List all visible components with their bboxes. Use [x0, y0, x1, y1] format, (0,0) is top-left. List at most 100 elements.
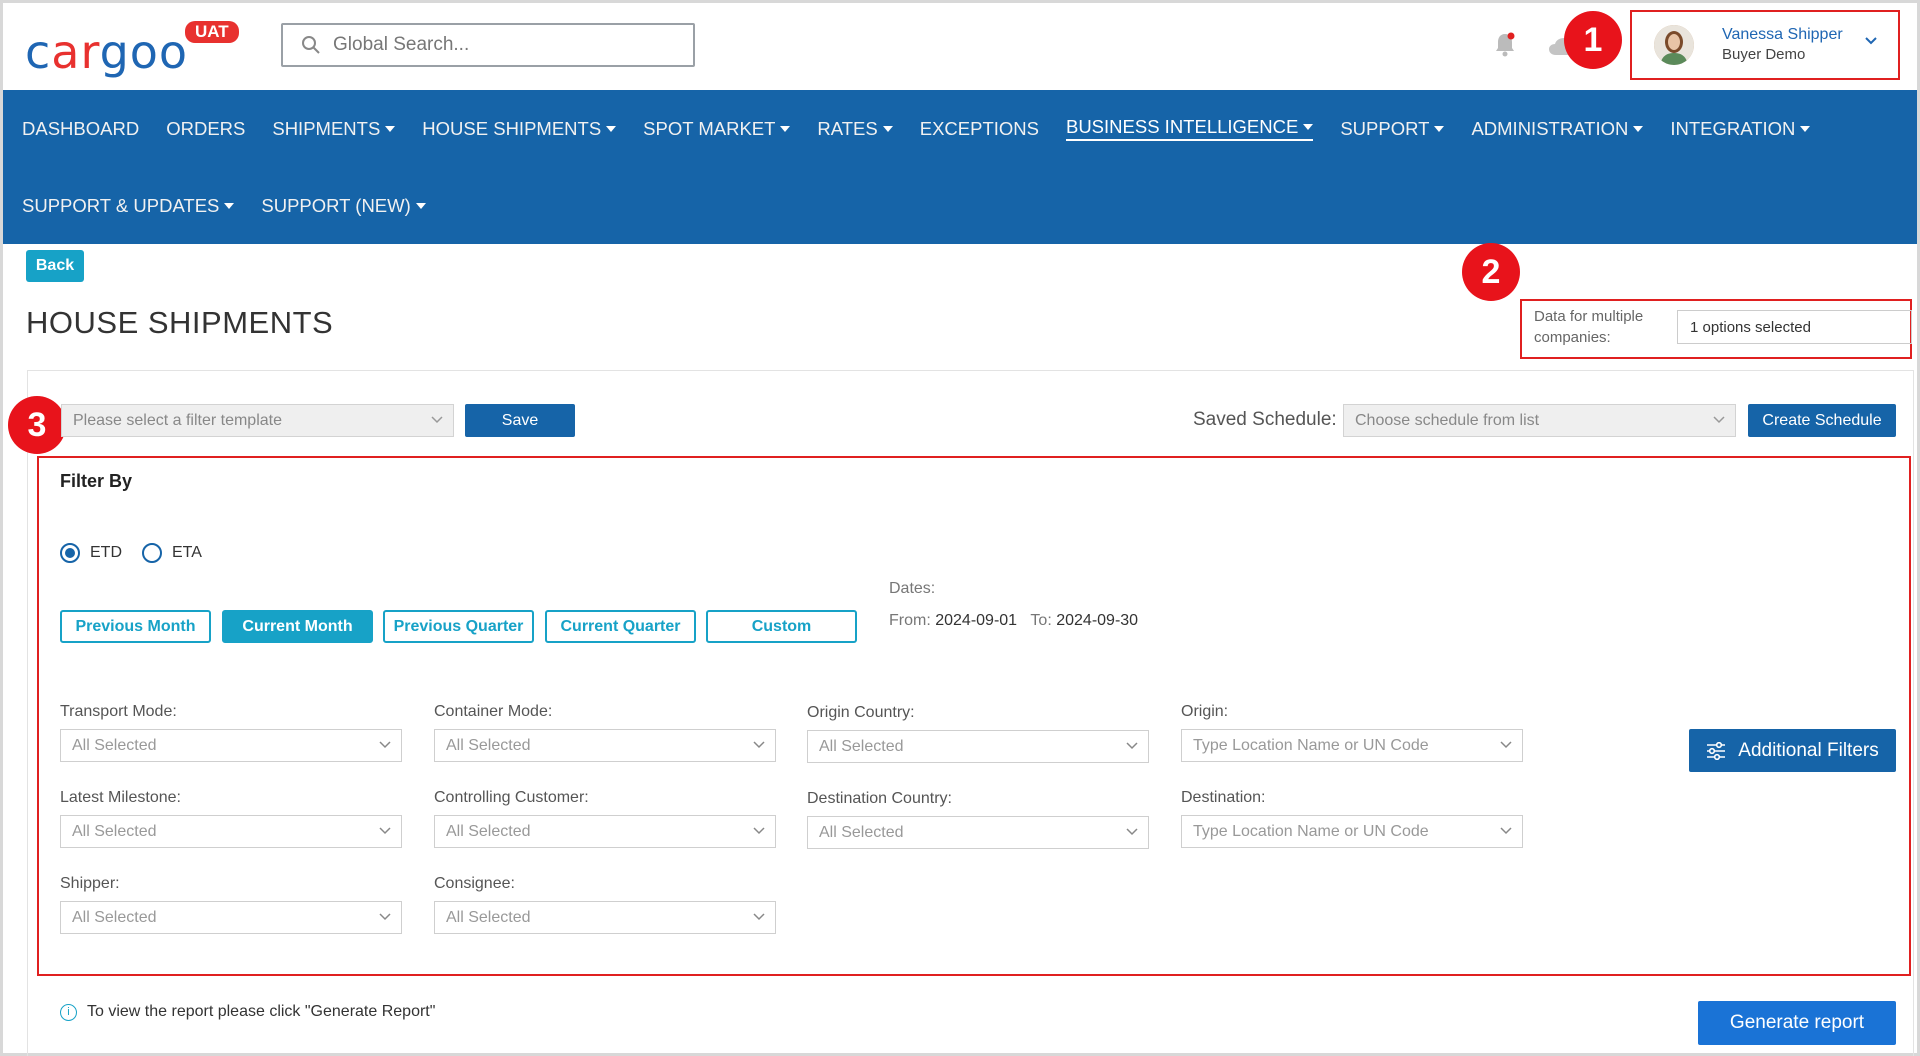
filter-by-heading: Filter By [60, 471, 133, 491]
chevron-down-icon [431, 416, 443, 424]
dates-label: Dates: [889, 580, 936, 597]
nav-rates[interactable]: RATES [817, 117, 893, 141]
schedule-select[interactable]: Choose schedule from list [1343, 404, 1736, 437]
controlling-customer-select[interactable]: All Selected [434, 815, 776, 848]
user-name: Vanessa Shipper [1722, 26, 1843, 43]
nav-house-shipments[interactable]: HOUSE SHIPMENTS [422, 117, 617, 141]
nav-exceptions[interactable]: EXCEPTIONS [920, 117, 1039, 141]
create-schedule-button[interactable]: Create Schedule [1748, 404, 1896, 437]
back-button[interactable]: Back [26, 250, 84, 282]
nav-orders[interactable]: ORDERS [166, 117, 245, 141]
consignee-select[interactable]: All Selected [434, 901, 776, 934]
saved-schedule-label: Saved Schedule: [1193, 409, 1337, 430]
chevron-down-icon [1500, 827, 1512, 835]
shipper-select[interactable]: All Selected [60, 901, 402, 934]
current-quarter-button[interactable]: Current Quarter [545, 610, 696, 643]
filter-template-select[interactable]: Please select a filter template [61, 404, 454, 437]
caret-down-icon [1633, 126, 1644, 132]
chevron-down-icon [379, 913, 391, 921]
consignee-label: Consignee: [434, 875, 515, 892]
report-hint: i To view the report please click "Gener… [60, 1003, 435, 1021]
notification-bell-icon[interactable] [1493, 31, 1517, 59]
origin-select[interactable]: Type Location Name or UN Code [1181, 729, 1523, 762]
radio-eta[interactable]: ETA [142, 543, 202, 563]
chevron-down-icon [753, 913, 765, 921]
additional-filters-button[interactable]: Additional Filters [1689, 729, 1896, 772]
chevron-down-icon [1126, 742, 1138, 750]
chevron-down-icon [379, 741, 391, 749]
caret-down-icon [1800, 126, 1811, 132]
container-mode-label: Container Mode: [434, 703, 553, 720]
origin-country-label: Origin Country: [807, 704, 915, 721]
controlling-customer-label: Controlling Customer: [434, 789, 589, 806]
nav-business-intelligence[interactable]: BUSINESS INTELLIGENCE [1065, 116, 1314, 141]
destination-select[interactable]: Type Location Name or UN Code [1181, 815, 1523, 848]
chevron-down-icon [1126, 828, 1138, 836]
from-date: 2024-09-01 [935, 612, 1018, 629]
chevron-down-icon [1500, 741, 1512, 749]
filter-by-section [37, 456, 1911, 976]
annotation-marker-3: 3 [8, 396, 66, 454]
chevron-down-icon [1713, 416, 1725, 424]
to-date: 2024-09-30 [1056, 612, 1139, 629]
transport-mode-label: Transport Mode: [60, 703, 177, 720]
nav-support-new[interactable]: SUPPORT (NEW) [261, 194, 426, 218]
chevron-down-icon [379, 827, 391, 835]
nav-shipments[interactable]: SHIPMENTS [272, 117, 396, 141]
search-placeholder: Global Search... [333, 34, 470, 55]
nav-dashboard[interactable]: DASHBOARD [22, 117, 139, 141]
destination-label: Destination: [1181, 789, 1266, 806]
annotation-marker-2: 2 [1462, 243, 1520, 301]
user-avatar [1654, 25, 1694, 65]
user-role: Buyer Demo [1722, 46, 1806, 63]
container-mode-select[interactable]: All Selected [434, 729, 776, 762]
radio-selected-icon [60, 543, 80, 563]
radio-unselected-icon [142, 543, 162, 563]
global-search-input[interactable]: Global Search... [281, 23, 695, 67]
caret-down-icon [1303, 124, 1314, 130]
chevron-down-icon [753, 827, 765, 835]
caret-down-icon [224, 203, 235, 209]
nav-spot-market[interactable]: SPOT MARKET [643, 117, 791, 141]
chevron-down-icon [753, 741, 765, 749]
shipper-label: Shipper: [60, 875, 120, 892]
destination-country-label: Destination Country: [807, 790, 952, 807]
page-title: HOUSE SHIPMENTS [26, 305, 334, 340]
annotation-marker-1: 1 [1564, 11, 1622, 69]
destination-country-select[interactable]: All Selected [807, 816, 1149, 849]
current-month-button[interactable]: Current Month [222, 610, 373, 643]
environment-badge: UAT [185, 21, 239, 43]
previous-quarter-button[interactable]: Previous Quarter [383, 610, 534, 643]
caret-down-icon [882, 126, 893, 132]
latest-milestone-label: Latest Milestone: [60, 789, 181, 806]
caret-down-icon [606, 126, 617, 132]
caret-down-icon [385, 126, 396, 132]
save-template-button[interactable]: Save [465, 404, 575, 437]
search-icon [302, 36, 320, 54]
caret-down-icon [415, 203, 426, 209]
nav-support[interactable]: SUPPORT [1340, 117, 1445, 141]
nav-integration[interactable]: INTEGRATION [1670, 117, 1811, 141]
origin-label: Origin: [1181, 703, 1229, 720]
previous-month-button[interactable]: Previous Month [60, 610, 211, 643]
main-nav: DASHBOARD ORDERS SHIPMENTS HOUSE SHIPMEN… [3, 90, 1917, 244]
cargoo-logo[interactable]: cargoo [25, 15, 188, 75]
info-icon: i [60, 1003, 77, 1021]
custom-period-button[interactable]: Custom [706, 610, 857, 643]
multi-company-label: Data for multiple companies: [1534, 308, 1644, 346]
transport-mode-select[interactable]: All Selected [60, 729, 402, 762]
user-menu[interactable]: Vanessa Shipper Buyer Demo [1630, 10, 1900, 80]
date-range: From: 2024-09-01 To: 2024-09-30 [889, 612, 1139, 629]
multi-company-select[interactable]: 1 options selected [1677, 310, 1912, 344]
origin-country-select[interactable]: All Selected [807, 730, 1149, 763]
radio-etd[interactable]: ETD [60, 543, 122, 563]
nav-row-2: SUPPORT & UPDATES SUPPORT (NEW) [22, 194, 453, 218]
nav-support-updates[interactable]: SUPPORT & UPDATES [22, 194, 235, 218]
multi-company-selector: Data for multiple companies: 1 options s… [1520, 299, 1912, 359]
sliders-icon [1707, 741, 1726, 760]
chevron-down-icon[interactable] [1864, 36, 1878, 46]
caret-down-icon [1434, 126, 1445, 132]
generate-report-button[interactable]: Generate report [1698, 1001, 1896, 1045]
latest-milestone-select[interactable]: All Selected [60, 815, 402, 848]
nav-administration[interactable]: ADMINISTRATION [1471, 117, 1644, 141]
